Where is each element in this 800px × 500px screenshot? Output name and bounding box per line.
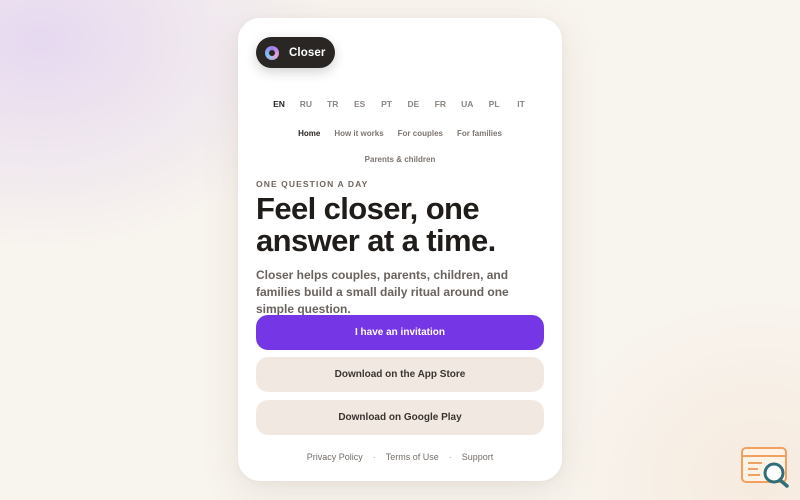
lang-ua[interactable]: UA [454, 99, 481, 109]
main-nav: Home How it works For couples For famili… [238, 128, 562, 139]
app-store-button[interactable]: Download on the App Store [256, 357, 544, 392]
terms-of-use-link[interactable]: Terms of Use [386, 452, 439, 462]
google-play-button[interactable]: Download on Google Play [256, 400, 544, 435]
lang-it[interactable]: IT [508, 99, 535, 109]
brand-pill[interactable]: Closer [256, 37, 335, 68]
footer-links: Privacy Policy · Terms of Use · Support [238, 452, 562, 462]
nav-parents-children[interactable]: Parents & children [358, 155, 443, 164]
lang-pl[interactable]: PL [481, 99, 508, 109]
hero-eyebrow: ONE QUESTION A DAY [256, 179, 369, 189]
hero-headline: Feel closer, one answer at a time. [256, 191, 496, 258]
closer-logo-icon [265, 45, 279, 60]
lang-ru[interactable]: RU [292, 99, 319, 109]
nav-row-2: Parents & children [238, 149, 562, 167]
lang-de[interactable]: DE [400, 99, 427, 109]
nav-for-couples[interactable]: For couples [391, 128, 450, 139]
footer-separator: · [448, 452, 452, 462]
footer-separator: · [372, 452, 376, 462]
nav-home[interactable]: Home [291, 128, 327, 139]
brand-name: Closer [289, 46, 326, 59]
lang-tr[interactable]: TR [319, 99, 346, 109]
privacy-policy-link[interactable]: Privacy Policy [307, 452, 363, 462]
main-card: Closer EN RU TR ES PT DE FR UA PL IT Hom… [238, 18, 562, 481]
search-window-icon[interactable] [740, 446, 792, 488]
lang-pt[interactable]: PT [373, 99, 400, 109]
lang-en[interactable]: EN [266, 99, 293, 109]
lang-es[interactable]: ES [346, 99, 373, 109]
support-link[interactable]: Support [462, 452, 494, 462]
hero-subtitle: Closer helps couples, parents, children,… [256, 268, 509, 316]
nav-for-families[interactable]: For families [450, 128, 509, 139]
nav-how-it-works[interactable]: How it works [327, 128, 390, 139]
lang-fr[interactable]: FR [427, 99, 454, 109]
invitation-button[interactable]: I have an invitation [256, 315, 544, 350]
language-switcher: EN RU TR ES PT DE FR UA PL IT [238, 99, 562, 109]
